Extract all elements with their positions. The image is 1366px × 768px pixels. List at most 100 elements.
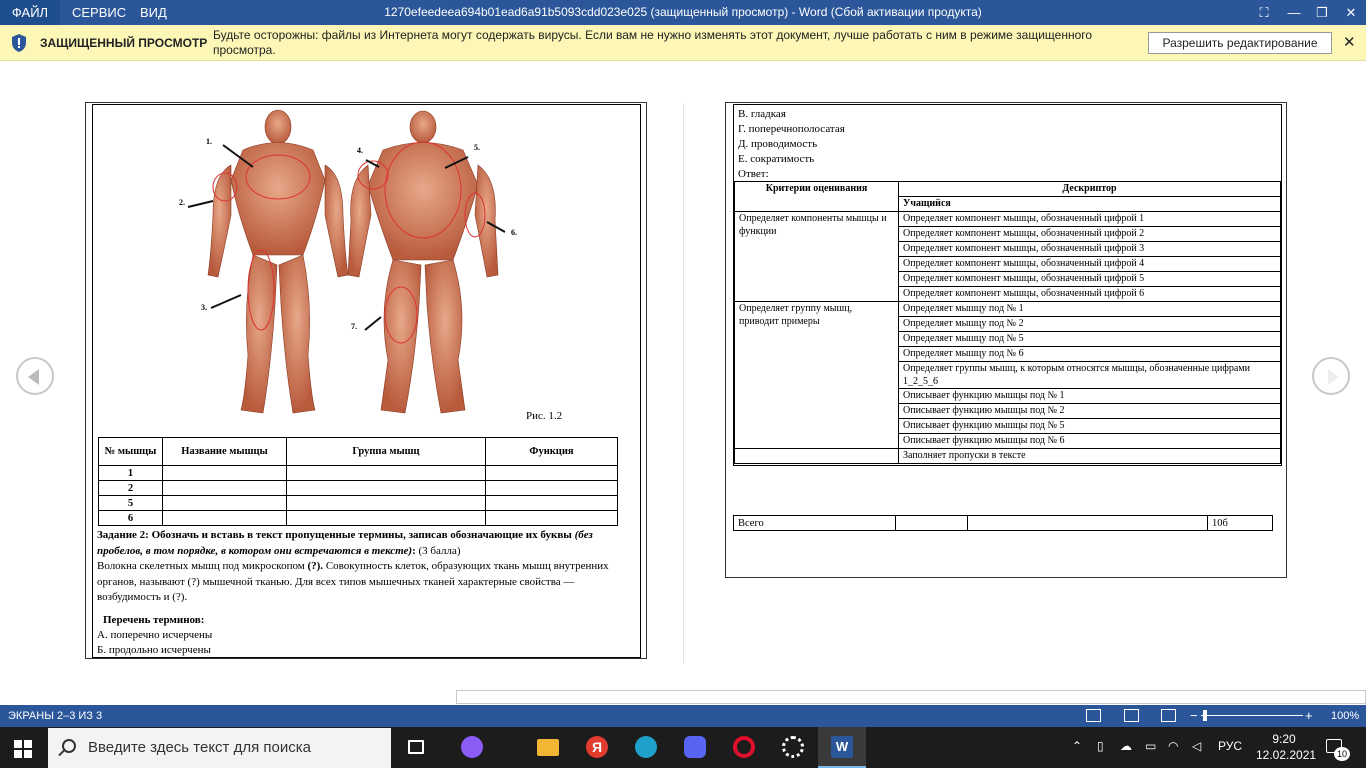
descriptor-cell: Определяет мышцу под № 1 bbox=[898, 301, 1281, 317]
criteria-group bbox=[734, 448, 899, 464]
table-row: 2 bbox=[98, 480, 618, 496]
arrow-left-icon bbox=[28, 369, 39, 385]
word-app-icon[interactable]: W bbox=[818, 727, 866, 768]
document-area: 1. 2. 3. 4. 5. 6. 7. Рис. 1.2 № мышцы На… bbox=[0, 61, 1366, 705]
edge-icon[interactable] bbox=[622, 727, 670, 768]
settings-gear-icon[interactable] bbox=[769, 727, 817, 768]
descriptor-cell: Определяет мышцу под № 2 bbox=[898, 316, 1281, 332]
page-counter: ЭКРАНЫ 2–3 ИЗ 3 bbox=[8, 710, 103, 722]
descriptor-cell: Описывает функцию мышцы под № 1 bbox=[898, 388, 1281, 404]
zoom-out-button[interactable]: − bbox=[1190, 708, 1198, 723]
terms-continued: В. гладкая Г. поперечнополосатая Д. пров… bbox=[738, 107, 845, 182]
protected-view-bar: ЗАЩИЩЕННЫЙ ПРОСМОТР Будьте осторожны: фа… bbox=[0, 25, 1366, 61]
page-right: В. гладкая Г. поперечнополосатая Д. пров… bbox=[725, 102, 1287, 578]
list-item: Г. поперечнополосатая bbox=[738, 123, 845, 135]
arrow-right-icon bbox=[1328, 369, 1339, 385]
descriptor-cell: Определяет компонент мышцы, обозначенный… bbox=[898, 241, 1281, 257]
web-layout-icon[interactable] bbox=[1161, 709, 1176, 722]
print-layout-icon[interactable] bbox=[1124, 709, 1139, 722]
file-explorer-icon[interactable] bbox=[524, 727, 572, 768]
enable-editing-button[interactable]: Разрешить редактирование bbox=[1148, 32, 1332, 54]
descriptor-cell: Определяет компонент мышцы, обозначенный… bbox=[898, 286, 1281, 302]
window-title: 1270efeedeea694b01ead6a91b5093cdd023e025… bbox=[384, 5, 982, 19]
table-header: № мышцы bbox=[98, 437, 163, 466]
figure-label-7: 7. bbox=[351, 322, 357, 331]
table-header: Функция bbox=[485, 437, 618, 466]
list-item: В. гладкая bbox=[738, 108, 786, 120]
wifi-icon[interactable]: ◠ bbox=[1168, 739, 1178, 753]
opera-icon[interactable] bbox=[720, 727, 768, 768]
table-row: Определяет группу мышц, приводит примеры… bbox=[734, 301, 1281, 449]
fullscreen-icon[interactable]: ⛶ bbox=[1250, 0, 1278, 25]
close-bar-icon[interactable]: ✕ bbox=[1343, 33, 1356, 51]
search-icon bbox=[62, 739, 76, 753]
zoom-slider-thumb[interactable] bbox=[1203, 710, 1207, 721]
table-subheader: Учащийся bbox=[898, 196, 1281, 212]
language-indicator[interactable]: РУС bbox=[1218, 739, 1242, 753]
table-header: Дескриптор bbox=[898, 181, 1281, 197]
next-screen-button[interactable] bbox=[1312, 357, 1350, 395]
answer-label: Ответ: bbox=[738, 168, 769, 180]
criteria-table: Критерии оценивания Дескриптор Учащийся … bbox=[734, 181, 1281, 464]
task-view-icon[interactable] bbox=[392, 727, 440, 768]
figure-label-6: 6. bbox=[511, 228, 517, 237]
prev-screen-button[interactable] bbox=[16, 357, 54, 395]
close-window-icon[interactable]: ✕ bbox=[1337, 0, 1365, 25]
table-header: Название мышцы bbox=[162, 437, 287, 466]
onedrive-cloud-icon[interactable]: ☁ bbox=[1120, 739, 1132, 753]
yandex-browser-icon[interactable]: Я bbox=[573, 727, 621, 768]
total-label: Всего bbox=[733, 515, 896, 531]
task-2-text: Задание 2: Обозначь и вставь в текст про… bbox=[97, 529, 609, 603]
restore-icon[interactable]: ❐ bbox=[1308, 0, 1336, 25]
volume-icon[interactable]: ◁ bbox=[1192, 739, 1201, 753]
muscle-table: № мышцы Название мышцы Группа мышц Функц… bbox=[98, 437, 618, 526]
descriptor-cell: Описывает функцию мышцы под № 5 bbox=[898, 418, 1281, 434]
criteria-group: Определяет компоненты мышцы и функции bbox=[734, 211, 899, 302]
page-divider bbox=[683, 103, 684, 663]
descriptor-cell: Определяет группы мышц, к которым относя… bbox=[898, 361, 1281, 389]
descriptor-cell: Определяет компонент мышцы, обозначенный… bbox=[898, 211, 1281, 227]
table-header: Группа мышц bbox=[286, 437, 486, 466]
table-row: Заполняет пропуски в тексте bbox=[734, 448, 1281, 464]
zoom-level[interactable]: 100% bbox=[1331, 710, 1359, 722]
page-frame: В. гладкая Г. поперечнополосатая Д. пров… bbox=[733, 104, 1282, 466]
alice-icon[interactable] bbox=[448, 727, 496, 768]
minimize-icon[interactable]: — bbox=[1280, 0, 1308, 25]
status-bar: ЭКРАНЫ 2–3 ИЗ 3 − + 100% bbox=[0, 705, 1366, 727]
search-placeholder: Введите здесь текст для поиска bbox=[88, 739, 311, 756]
clock-date: 12.02.2021 bbox=[1256, 748, 1317, 762]
total-table: Всего 10б bbox=[733, 515, 1273, 531]
service-tab[interactable]: СЕРВИС bbox=[60, 0, 138, 25]
zoom-slider[interactable] bbox=[1201, 715, 1303, 716]
total-value: 10б bbox=[1207, 515, 1273, 531]
system-clock[interactable]: 9:20 12.02.2021 bbox=[1256, 731, 1317, 763]
table-row: 5 bbox=[98, 495, 618, 511]
chevron-up-icon[interactable]: ⌃ bbox=[1072, 739, 1082, 753]
taskbar: Введите здесь текст для поиска Я W ⌃ ▯ ☁… bbox=[0, 727, 1366, 768]
page-left: 1. 2. 3. 4. 5. 6. 7. Рис. 1.2 № мышцы На… bbox=[85, 102, 647, 659]
view-tab[interactable]: ВИД bbox=[128, 0, 179, 25]
table-row: Всего 10б bbox=[733, 515, 1273, 531]
read-mode-icon[interactable] bbox=[1086, 709, 1101, 722]
network-device-icon[interactable]: ▯ bbox=[1097, 739, 1104, 753]
zoom-in-button[interactable]: + bbox=[1305, 708, 1313, 723]
figure-label-1: 1. bbox=[206, 137, 212, 146]
table-header: Критерии оценивания bbox=[734, 181, 899, 212]
taskbar-search-box[interactable]: Введите здесь текст для поиска bbox=[48, 728, 391, 768]
protected-view-message: Будьте осторожны: файлы из Интернета мог… bbox=[213, 28, 1093, 57]
list-item: Д. проводимость bbox=[738, 138, 818, 150]
descriptor-cell: Определяет компонент мышцы, обозначенный… bbox=[898, 226, 1281, 242]
horizontal-scrollbar[interactable] bbox=[456, 690, 1366, 704]
figure-label-5: 5. bbox=[474, 143, 480, 152]
file-tab[interactable]: ФАЙЛ bbox=[0, 0, 60, 25]
table-row: 6 bbox=[98, 510, 618, 526]
windows-start-icon[interactable] bbox=[14, 740, 32, 758]
list-item: А. поперечно исчерчены bbox=[97, 629, 213, 642]
figure-label-3: 3. bbox=[201, 303, 207, 312]
protected-view-title: ЗАЩИЩЕННЫЙ ПРОСМОТР bbox=[40, 36, 208, 50]
clock-time: 9:20 bbox=[1272, 732, 1296, 746]
battery-icon[interactable]: ▭ bbox=[1145, 739, 1156, 753]
discord-icon[interactable] bbox=[671, 727, 719, 768]
title-bar: ФАЙЛ СЕРВИС ВИД 1270efeedeea694b01ead6a9… bbox=[0, 0, 1366, 25]
descriptor-cell: Определяет мышцу под № 6 bbox=[898, 346, 1281, 362]
